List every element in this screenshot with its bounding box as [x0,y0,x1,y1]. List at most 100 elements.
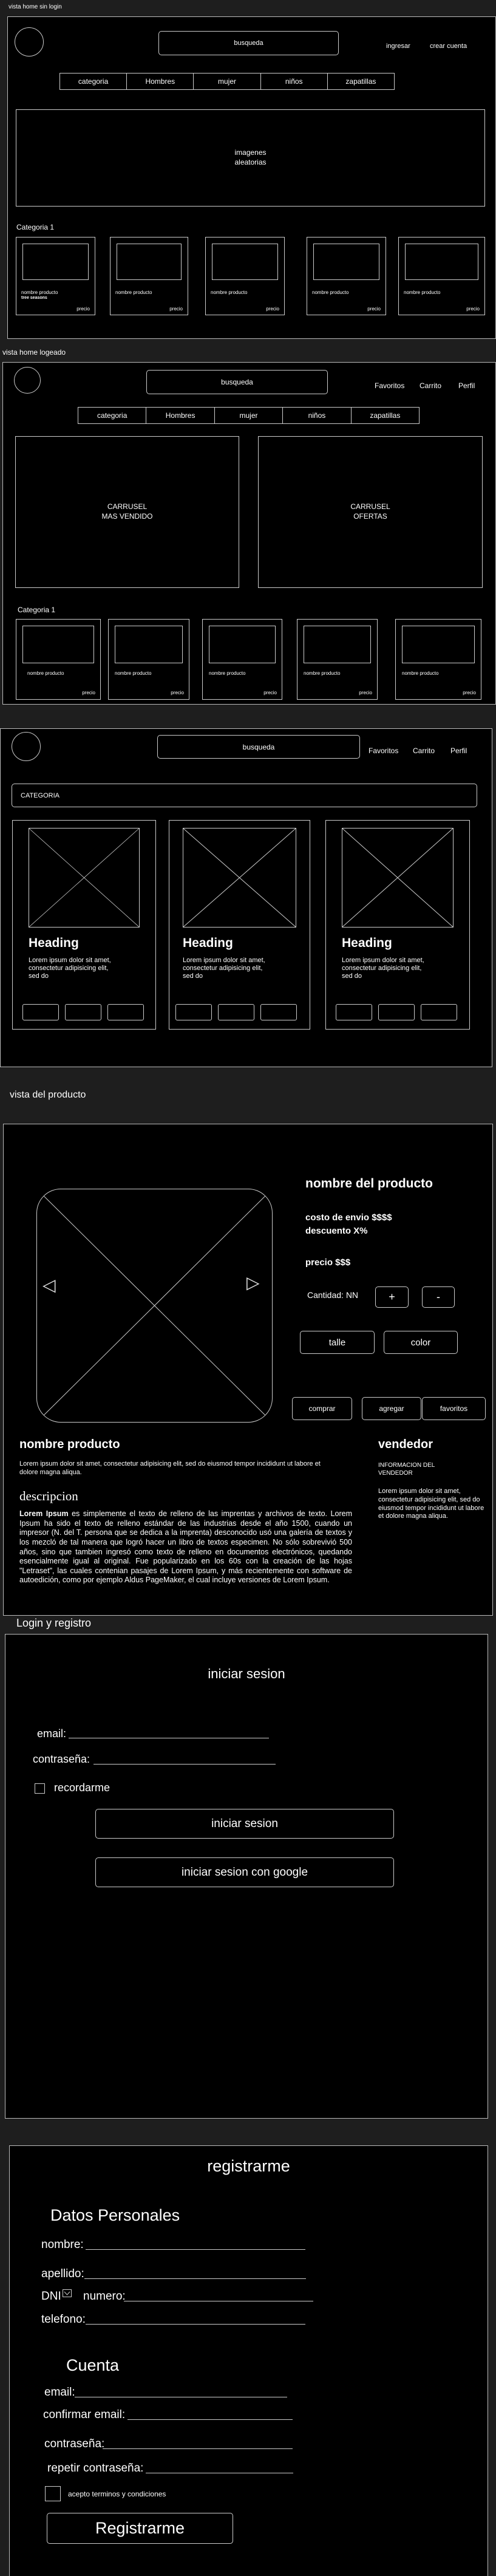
category-card[interactable]: Heading Lorem ipsum dolor sit amet, cons… [12,820,156,1030]
prev-image-arrow-icon[interactable]: ◁ [42,1275,56,1295]
favorites-link[interactable]: Favoritos [369,746,398,755]
hero-banner[interactable]: imagenes aleatorias [16,109,485,207]
description-text: Lorem Ipsum es simplemente el texto de r… [19,1509,352,1585]
dni-dropdown-icon[interactable] [63,2289,72,2297]
category-tab-hombres[interactable]: Hombres [146,408,215,423]
category-tab-categoria[interactable]: categoria [78,408,147,423]
name-field[interactable] [86,2249,305,2250]
password-field[interactable] [93,1764,276,1765]
product-card[interactable]: nombre producto precio [297,619,378,700]
product-card[interactable]: nombre producto precio [307,237,386,315]
carousel-2-line-1: CARRUSEL [350,502,390,511]
card-action-button[interactable] [107,1004,144,1020]
description-body: es simplemente el texto de relleno de la… [19,1509,352,1585]
card-action-button[interactable] [378,1004,415,1020]
dni-label: DNI [41,2290,61,2303]
card-body: Lorem ipsum dolor sit amet, consectetur … [29,957,111,980]
card-action-button[interactable] [22,1004,59,1020]
cart-link[interactable]: Carrito [420,381,441,390]
category-card[interactable]: Heading Lorem ipsum dolor sit amet, cons… [169,820,310,1030]
product-image [22,626,94,663]
product-image [313,244,379,280]
card-action-button[interactable] [260,1004,297,1020]
category-tab-categoria[interactable]: categoria [60,73,127,89]
product-name: nombre producto [21,290,58,295]
search-input[interactable]: busqueda [157,735,360,759]
product-name: nombre producto [304,671,341,676]
card-action-button[interactable] [421,1004,457,1020]
image-placeholder-icon [342,828,454,928]
number-label: numero: [83,2290,126,2303]
confirm-email-field[interactable] [127,2419,293,2420]
favorites-link[interactable]: Favoritos [375,381,404,390]
product-card[interactable]: nombre producto precio [398,237,485,315]
remember-checkbox[interactable] [35,1783,45,1794]
email-label: email: [37,1727,67,1740]
next-image-arrow-icon[interactable]: ▷ [246,1273,260,1293]
favorites-button[interactable]: favoritos [422,1397,486,1420]
product-price: precio $$$ [305,1257,351,1268]
quantity-increase-button[interactable]: + [375,1286,409,1308]
product-card[interactable]: nombre producto precio [16,619,101,700]
google-login-button[interactable]: iniciar sesion con google [95,1857,394,1887]
login-button[interactable]: iniciar sesion [95,1809,394,1839]
product-card[interactable]: nombre producto precio [205,237,285,315]
cart-link[interactable]: Carrito [413,746,435,755]
phone-field[interactable] [86,2324,305,2325]
product-price: precio [463,690,476,695]
logo-icon[interactable] [14,367,41,394]
terms-checkbox[interactable] [45,2486,61,2501]
product-image-gallery[interactable] [36,1189,273,1423]
product-card[interactable]: nombre producto precio [108,619,189,700]
quantity-decrease-button[interactable]: - [422,1286,455,1308]
color-select[interactable]: color [384,1331,458,1354]
carousel-offers[interactable]: CARRUSEL OFERTAS [258,436,483,588]
add-to-cart-button[interactable]: agregar [362,1397,421,1420]
product-card[interactable]: nombre producto tree seasons precio [16,237,95,315]
register-button[interactable]: Registrarme [47,2513,233,2544]
category-tab-mujer[interactable]: mujer [194,73,261,89]
card-action-button[interactable] [175,1004,212,1020]
category-tab-mujer[interactable]: mujer [215,408,284,423]
image-placeholder-icon [29,828,140,928]
carousel-best-sellers[interactable]: CARRUSEL MAS VENDIDO [15,436,239,588]
card-action-button[interactable] [65,1004,101,1020]
profile-link[interactable]: Perfil [450,746,467,755]
product-price: precio [169,306,183,312]
login-link[interactable]: ingresar [386,43,410,50]
phone-label: telefono: [41,2313,86,2326]
card-action-button[interactable] [336,1004,372,1020]
product-card[interactable]: nombre producto precio [202,619,282,700]
product-price: precio [466,306,480,312]
create-account-link[interactable]: crear cuenta [430,43,467,50]
logo-icon[interactable] [15,27,44,56]
product-image [22,244,89,280]
card-action-button[interactable] [218,1004,254,1020]
description-bold: Lorem Ipsum [19,1509,69,1518]
buy-button[interactable]: comprar [292,1397,352,1420]
home-no-login-frame: busqueda ingresar crear cuenta categoria… [7,16,496,339]
category-card[interactable]: Heading Lorem ipsum dolor sit amet, cons… [325,820,470,1030]
surname-field[interactable] [84,2278,306,2279]
email-label: email: [44,2386,75,2399]
category-tab-ninos[interactable]: niños [283,408,352,423]
category-view-frame: busqueda Favoritos Carrito Perfil CATEGO… [0,728,492,1067]
product-image [117,244,182,280]
size-select[interactable]: talle [300,1331,375,1354]
logo-icon[interactable] [12,732,41,761]
product-card[interactable]: nombre producto precio [395,619,481,700]
category-header[interactable]: CATEGORIA [12,784,477,807]
category-tab-zapatillas[interactable]: zapatillas [328,73,394,89]
search-input[interactable]: busqueda [146,370,328,394]
category-tab-zapatillas[interactable]: zapatillas [352,408,419,423]
category-tab-ninos[interactable]: niños [261,73,328,89]
product-card[interactable]: nombre producto precio [110,237,188,315]
image-placeholder-icon [183,828,296,928]
profile-link[interactable]: Perfil [458,381,475,390]
search-input[interactable]: busqueda [158,31,339,55]
product-price: precio [171,690,184,695]
category-tab-hombres[interactable]: Hombres [127,73,194,89]
product-name: nombre del producto [305,1177,433,1191]
password-field[interactable] [103,2448,293,2449]
category-row-label: Categoria 1 [18,606,56,614]
